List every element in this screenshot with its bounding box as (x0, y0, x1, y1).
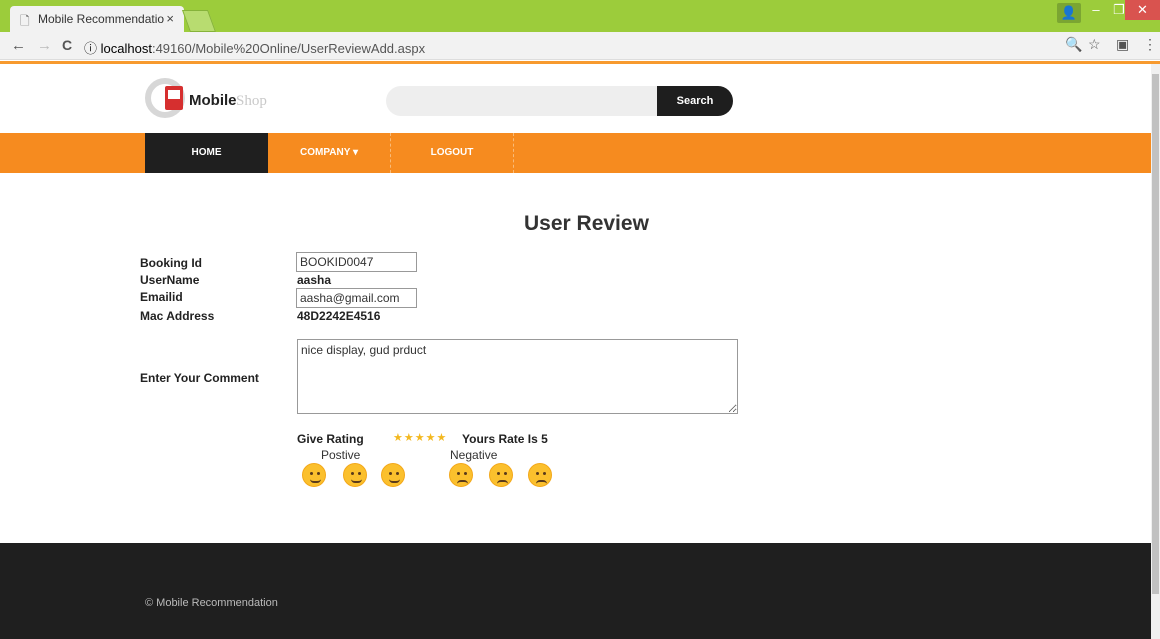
laughing-emoji-icon[interactable] (343, 463, 367, 487)
mac-address-label: Mac Address (140, 309, 215, 323)
search-button[interactable]: Search (657, 86, 733, 116)
username-value: aasha (297, 273, 332, 287)
tab-title: Mobile Recommendatio (38, 12, 165, 26)
browser-titlebar: 🗋 Mobile Recommendatio × 👤 – ❐ ✕ (0, 0, 1160, 32)
mobile-phone-icon (165, 86, 183, 110)
menu-dots-icon[interactable]: ⋮ (1143, 36, 1157, 53)
bookmark-star-icon[interactable]: ☆ (1088, 36, 1101, 53)
menu-company[interactable]: COMPANY ▾ (268, 133, 391, 173)
url-path: :49160/Mobile%20Online/UserReviewAdd.asp… (151, 41, 426, 56)
top-accent-line (0, 61, 1160, 64)
booking-id-field[interactable] (296, 252, 417, 272)
rating-result-text: Yours Rate Is 5 (462, 432, 548, 446)
email-field[interactable] (296, 288, 417, 308)
site-logo[interactable]: Mobile Shop (145, 78, 285, 120)
tongue-wink-emoji-icon[interactable] (302, 463, 326, 487)
negative-label: Negative (450, 448, 498, 462)
url-host: localhost (100, 41, 152, 56)
confused-emoji-icon[interactable] (449, 463, 473, 487)
sweat-emoji-icon[interactable] (489, 463, 513, 487)
browser-tab[interactable]: 🗋 Mobile Recommendatio × (10, 6, 184, 32)
back-icon[interactable]: ← (11, 37, 26, 54)
page-footer (0, 543, 1151, 639)
username-label: UserName (140, 273, 200, 287)
menu-logout[interactable]: LOGOUT (391, 133, 514, 173)
give-rating-label: Give Rating (297, 432, 364, 446)
copyright-text: © Mobile Recommendation (145, 597, 278, 609)
new-tab-button[interactable] (181, 10, 217, 32)
comment-textarea[interactable]: nice display, gud prduct (297, 339, 738, 414)
logo-text-main: Mobile (189, 92, 237, 109)
angry-emoji-icon[interactable] (528, 463, 552, 487)
mac-address-value: 48D2242E4516 (297, 309, 381, 323)
forward-icon[interactable]: → (37, 37, 52, 54)
tab-close-icon[interactable]: × (166, 11, 174, 26)
main-menu-bar: HOME COMPANY ▾ LOGOUT (0, 133, 1151, 173)
zoom-icon[interactable]: 🔍 (1065, 36, 1082, 53)
smile-emoji-icon[interactable] (381, 463, 405, 487)
minimize-icon[interactable]: – (1084, 0, 1108, 20)
menu-home[interactable]: HOME (145, 133, 268, 173)
close-window-icon[interactable]: ✕ (1125, 0, 1160, 20)
page-icon: 🗋 (20, 14, 30, 28)
comment-label: Enter Your Comment (140, 371, 259, 385)
url-field[interactable]: ⓘ localhost:49160/Mobile%20Online/UserRe… (84, 36, 1044, 56)
email-label: Emailid (140, 290, 183, 304)
rating-stars[interactable]: ★★★★★ (393, 431, 447, 444)
reload-icon[interactable]: C (62, 37, 72, 53)
extension-icon[interactable]: ▣ (1116, 36, 1129, 53)
booking-id-label: Booking Id (140, 256, 202, 270)
info-icon[interactable]: ⓘ (84, 41, 97, 56)
page-title: User Review (524, 212, 649, 235)
address-bar: ← → C ⓘ localhost:49160/Mobile%20Online/… (0, 32, 1160, 60)
positive-label: Postive (321, 448, 361, 462)
logo-text-sub: Shop (236, 93, 267, 109)
user-profile-icon[interactable]: 👤 (1057, 3, 1081, 23)
search-input[interactable] (386, 86, 658, 116)
scrollbar-thumb[interactable] (1152, 74, 1159, 594)
